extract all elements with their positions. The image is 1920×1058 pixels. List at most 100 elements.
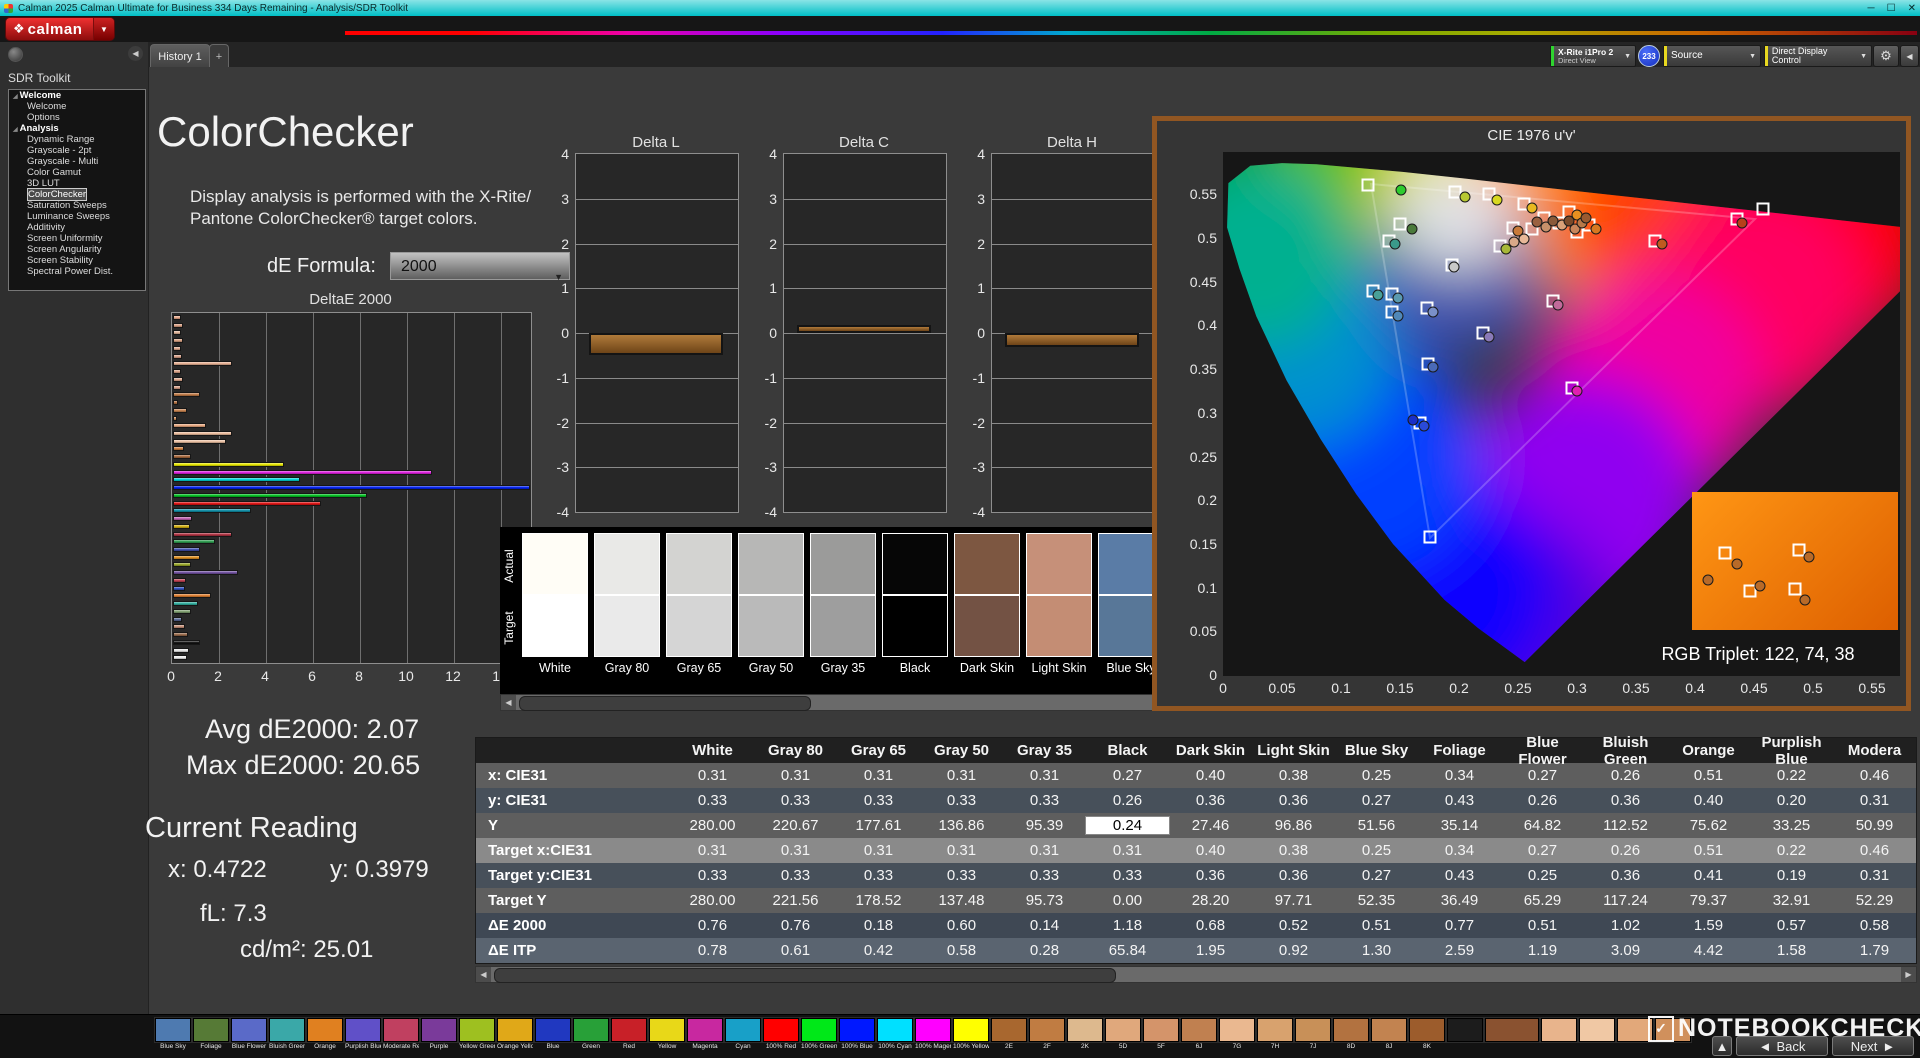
de-formula-dropdown[interactable]: 2000 ▼	[390, 252, 570, 280]
table-cell: 65.84	[1086, 942, 1169, 959]
panel-collapse-icon[interactable]: ◀	[1900, 45, 1919, 67]
sidebar-item-spectral-power-dist-[interactable]: Spectral Power Dist.	[9, 266, 145, 277]
tree-expand-icon[interactable]: ◢	[13, 94, 20, 100]
bottom-patch-21[interactable]: 100% Yellow	[953, 1018, 989, 1050]
bar-gloss	[174, 424, 205, 427]
bottom-patch-28[interactable]: 7G	[1219, 1018, 1255, 1050]
bottom-patch-6[interactable]: Moderate Red	[383, 1018, 419, 1050]
sidebar-item-saturation-sweeps[interactable]: Saturation Sweeps	[9, 200, 145, 211]
close-button[interactable]: ✕	[1908, 3, 1916, 14]
bottom-patch-20[interactable]: 100% Magenta	[915, 1018, 951, 1050]
sidebar-item-analysis[interactable]: ◢Analysis	[9, 123, 145, 134]
bottom-patch-14[interactable]: Magenta	[687, 1018, 723, 1050]
sidebar-item-welcome[interactable]: ◢Welcome	[9, 90, 145, 101]
bottom-patch-35[interactable]	[1485, 1018, 1539, 1043]
bottom-patch-4[interactable]: Orange	[307, 1018, 343, 1050]
minimize-button[interactable]: ─	[1868, 3, 1875, 14]
rgb-measured-marker	[1804, 551, 1815, 562]
table-scroll-right-icon[interactable]: ▶	[1901, 967, 1916, 982]
scroll-left-icon[interactable]: ◀	[501, 695, 516, 710]
sidebar-item-colorchecker[interactable]: ColorChecker	[9, 189, 145, 200]
cie-x-tick: 0.05	[1268, 680, 1295, 696]
bottom-patch-34[interactable]	[1447, 1018, 1483, 1043]
bottom-patch-26[interactable]: 5F	[1143, 1018, 1179, 1050]
bottom-patch-29[interactable]: 7H	[1257, 1018, 1293, 1050]
sidebar-item-color-gamut[interactable]: Color Gamut	[9, 167, 145, 178]
tab-add-button[interactable]: +	[209, 44, 229, 68]
calman-menu-button[interactable]: ❖ calman ▼	[6, 18, 114, 40]
next-button[interactable]: Next►	[1832, 1036, 1914, 1056]
deltae-bar	[173, 431, 232, 436]
bottom-patch-8[interactable]: Yellow Green	[459, 1018, 495, 1050]
cie-measured-marker	[1428, 362, 1439, 373]
deltae-bar	[173, 315, 181, 320]
delta_h-title: Delta H	[991, 134, 1153, 151]
sidebar-item-dynamic-range[interactable]: Dynamic Range	[9, 134, 145, 145]
sidebar-item-screen-angularity[interactable]: Screen Angularity	[9, 244, 145, 255]
bottom-patch-30[interactable]: 7J	[1295, 1018, 1331, 1050]
bottom-patch-9[interactable]: Orange Yellow	[497, 1018, 533, 1050]
bottom-patch-32[interactable]: 8J	[1371, 1018, 1407, 1050]
bottom-patch-16[interactable]: 100% Red	[763, 1018, 799, 1050]
sidebar-item-additivity[interactable]: Additivity	[9, 222, 145, 233]
maximize-button[interactable]: ☐	[1887, 3, 1896, 14]
source-selector[interactable]: Source ▼	[1663, 45, 1761, 67]
scrollbar-thumb[interactable]	[519, 696, 811, 711]
sidebar-item-welcome[interactable]: Welcome	[9, 101, 145, 112]
table-scroll-left-icon[interactable]: ◀	[476, 967, 491, 982]
bottom-patch-3[interactable]: Bluish Green	[269, 1018, 305, 1050]
bottom-patch-5[interactable]: Purplish Blue	[345, 1018, 381, 1050]
bottom-patch-22[interactable]: 2E	[991, 1018, 1027, 1050]
bottom-patch-11[interactable]: Green	[573, 1018, 609, 1050]
table-cell: 136.86	[920, 817, 1003, 834]
bottom-patch-17[interactable]: 100% Green	[801, 1018, 837, 1050]
display-control-selector[interactable]: Direct Display Control ▼	[1764, 45, 1872, 67]
meter-selector[interactable]: X-Rite i1Pro 2 Direct View ▼	[1550, 45, 1636, 67]
tree-expand-icon[interactable]: ◢	[13, 127, 20, 133]
table-cell: 0.43	[1418, 867, 1501, 884]
bottom-patch-25[interactable]: 5D	[1105, 1018, 1141, 1050]
gridline	[992, 244, 1154, 245]
table-scrollbar-thumb[interactable]	[494, 968, 1116, 983]
measurement-count-badge[interactable]: 233	[1638, 45, 1660, 67]
sidebar-item-grayscale-2pt[interactable]: Grayscale - 2pt	[9, 145, 145, 156]
calman-menu-caret-icon[interactable]: ▼	[93, 18, 114, 40]
table-cell: 0.46	[1833, 842, 1916, 859]
bottom-patch-19[interactable]: 100% Cyan	[877, 1018, 913, 1050]
sidebar-item-grayscale-multi[interactable]: Grayscale - Multi	[9, 156, 145, 167]
back-button[interactable]: ◄Back	[1736, 1036, 1828, 1056]
bottom-patch-chip	[1333, 1018, 1369, 1042]
bottom-patch-33[interactable]: 8K	[1409, 1018, 1445, 1050]
sidebar-item-screen-stability[interactable]: Screen Stability	[9, 255, 145, 266]
table-cell: 0.31	[754, 842, 837, 859]
sidebar-item-options[interactable]: Options	[9, 112, 145, 123]
sidebar-collapse-icon[interactable]: ◀	[128, 46, 143, 61]
layout-radio-button[interactable]	[8, 47, 23, 62]
gear-icon[interactable]: ⚙	[1873, 45, 1899, 67]
table-header-cell: Bluish Green	[1584, 734, 1667, 768]
bottom-patch-13[interactable]: Yellow	[649, 1018, 685, 1050]
bottom-patch-36[interactable]	[1541, 1018, 1577, 1043]
tab-history-1[interactable]: History 1	[150, 44, 210, 68]
bottom-patch-2[interactable]: Blue Flower	[231, 1018, 267, 1050]
bottom-patch-0[interactable]: Blue Sky	[155, 1018, 191, 1050]
bottom-patch-24[interactable]: 2K	[1067, 1018, 1103, 1050]
sidebar-item-screen-uniformity[interactable]: Screen Uniformity	[9, 233, 145, 244]
sidebar-item-luminance-sweeps[interactable]: Luminance Sweeps	[9, 211, 145, 222]
bottom-patch-label: 100% Magenta	[915, 1043, 951, 1050]
bottom-patch-12[interactable]: Red	[611, 1018, 647, 1050]
bottom-patch-1[interactable]: Foliage	[193, 1018, 229, 1050]
bottom-patch-label: 8K	[1409, 1043, 1445, 1050]
bottom-patch-18[interactable]: 100% Blue	[839, 1018, 875, 1050]
bottom-patch-10[interactable]: Blue	[535, 1018, 571, 1050]
bottom-patch-23[interactable]: 2F	[1029, 1018, 1065, 1050]
bottom-patch-15[interactable]: Cyan	[725, 1018, 761, 1050]
expand-up-button[interactable]: ▲	[1712, 1036, 1732, 1056]
bottom-patch-27[interactable]: 6J	[1181, 1018, 1217, 1050]
patch-strip-scrollbar[interactable]: ◀ ▶	[500, 694, 1178, 711]
bottom-patch-31[interactable]: 8D	[1333, 1018, 1369, 1050]
sidebar-item-label: Screen Uniformity	[27, 233, 103, 244]
bottom-patch-7[interactable]: Purple	[421, 1018, 457, 1050]
table-scrollbar[interactable]: ◀ ▶	[475, 966, 1917, 983]
bottom-patch-37[interactable]	[1579, 1018, 1615, 1043]
